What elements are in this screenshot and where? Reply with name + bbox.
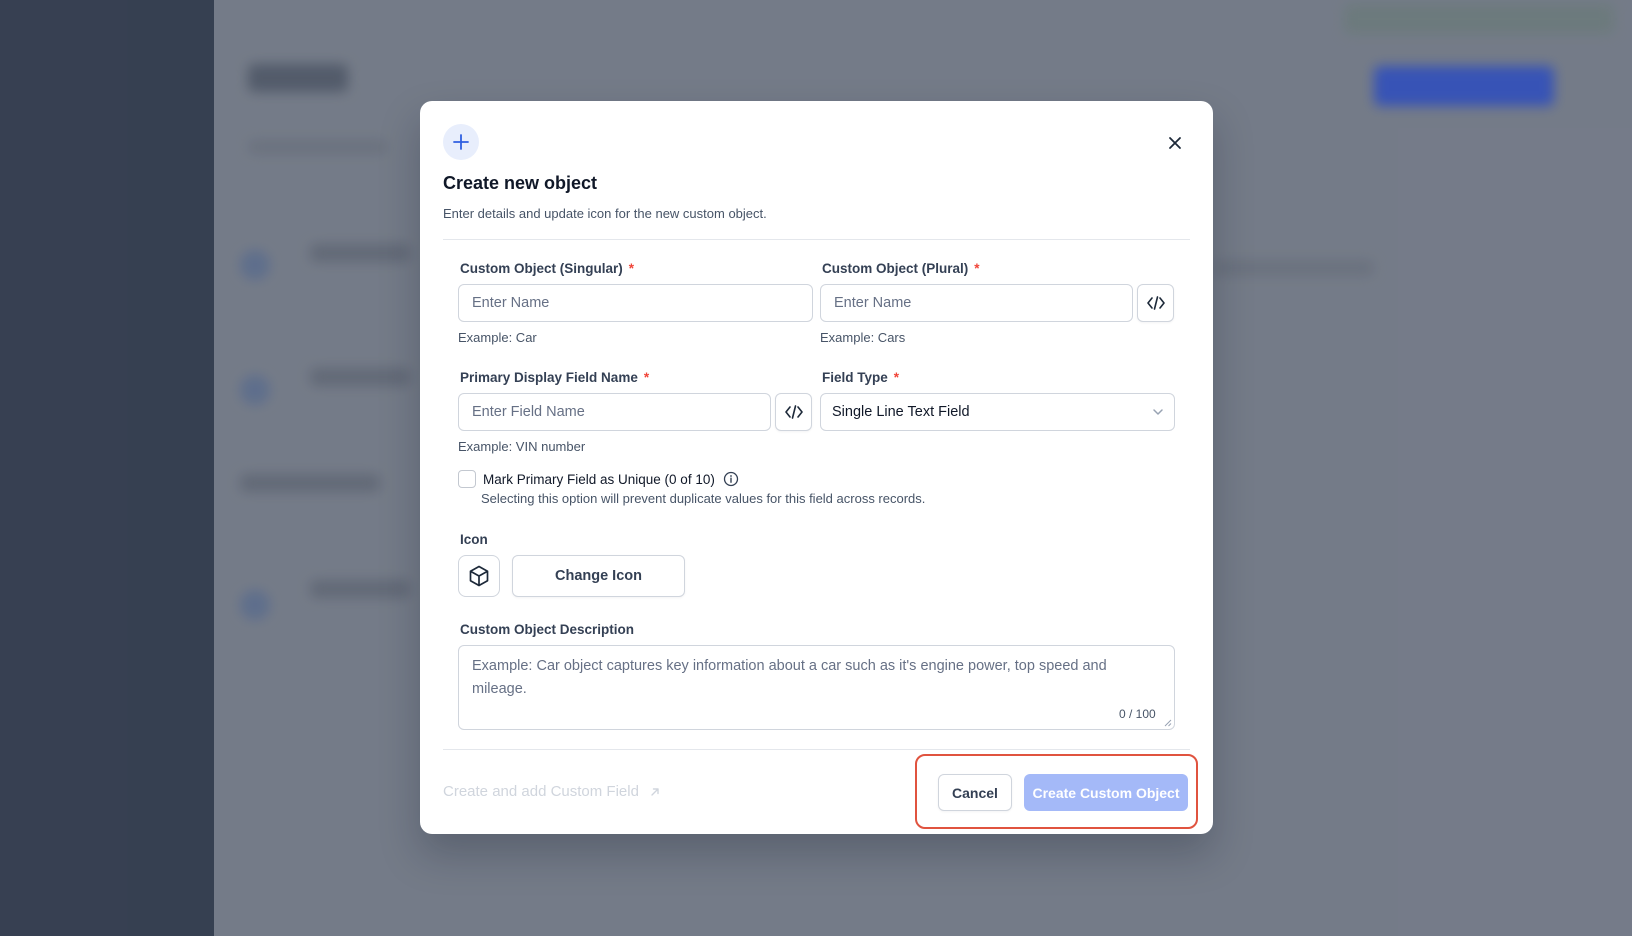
field-type-select[interactable]: Single Line Text Field (820, 393, 1175, 431)
cube-icon (458, 555, 500, 597)
code-icon (784, 405, 803, 419)
description-textarea[interactable] (458, 645, 1175, 730)
primary-field-label: Primary Display Field Name * (460, 370, 650, 385)
field-type-value: Single Line Text Field (832, 404, 970, 420)
external-arrow-icon (651, 787, 659, 796)
character-counter: 0 / 100 (1119, 707, 1156, 721)
modal-title: Create new object (443, 173, 598, 193)
plural-name-input[interactable] (820, 284, 1133, 322)
footer-divider (443, 749, 1190, 750)
cancel-button[interactable]: Cancel (938, 774, 1012, 811)
resize-grip-icon[interactable] (1164, 719, 1172, 727)
modal-subtitle: Enter details and update icon for the ne… (443, 206, 767, 221)
primary-field-name-input[interactable] (458, 393, 771, 431)
singular-hint: Example: Car (458, 330, 537, 345)
create-object-modal: Create new object Enter details and upda… (420, 101, 1213, 834)
close-button[interactable] (1161, 129, 1189, 157)
field-type-label: Field Type * (822, 370, 900, 385)
primary-field-hint: Example: VIN number (458, 439, 586, 454)
header-divider (443, 239, 1190, 240)
chevron-down-icon (1153, 409, 1163, 415)
unique-checkbox[interactable] (458, 470, 476, 488)
create-and-add-field-link[interactable]: Create and add Custom Field (443, 783, 661, 800)
unique-label: Mark Primary Field as Unique (0 of 10) (483, 471, 739, 487)
change-icon-button[interactable]: Change Icon (512, 555, 685, 597)
singular-label: Custom Object (Singular) * (460, 261, 635, 276)
plural-hint: Example: Cars (820, 330, 906, 345)
description-label: Custom Object Description (460, 622, 635, 637)
unique-description: Selecting this option will prevent dupli… (481, 491, 926, 506)
close-icon (1169, 137, 1181, 149)
create-custom-object-button[interactable]: Create Custom Object (1024, 774, 1188, 811)
icon-label: Icon (460, 532, 488, 547)
plus-icon (443, 124, 479, 160)
code-icon (1146, 296, 1165, 310)
singular-name-input[interactable] (458, 284, 813, 322)
info-icon[interactable] (723, 471, 739, 487)
primary-field-code-button[interactable] (775, 393, 812, 431)
plural-label: Custom Object (Plural) * (822, 261, 980, 276)
plural-code-button[interactable] (1137, 284, 1174, 322)
